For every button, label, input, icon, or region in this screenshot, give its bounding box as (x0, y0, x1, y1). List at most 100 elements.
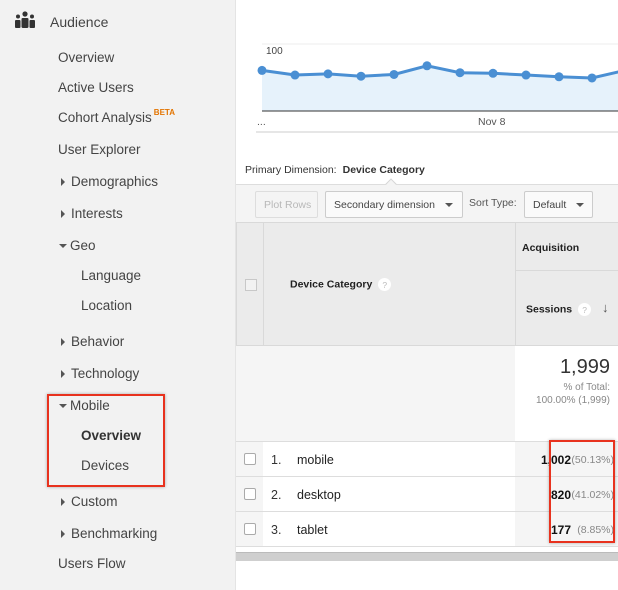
y-tick-label: 100 (266, 46, 283, 57)
sidebar-section-audience[interactable]: Audience (14, 10, 108, 34)
sidebar-item-label: User Explorer (58, 142, 141, 157)
data-point[interactable] (554, 72, 564, 82)
sort-type-label: Sort Type: (469, 197, 517, 209)
sidebar-section-title: Audience (50, 14, 109, 30)
sidebar-item-behavior[interactable]: Behavior (58, 334, 124, 349)
acquisition-header: Acquisition (522, 242, 580, 254)
header-group-cell: Acquisition (515, 222, 618, 271)
sidebar-item-label: Mobile (70, 398, 110, 413)
totals-checkbox-cell (236, 346, 264, 442)
sidebar-item-label: Interests (71, 206, 123, 221)
row-checkbox[interactable] (244, 453, 256, 465)
plot-rows-button[interactable]: Plot Rows (255, 191, 318, 218)
sidebar-item-language[interactable]: Language (81, 268, 141, 283)
sidebar-item-overview[interactable]: Overview (58, 50, 114, 65)
sidebar-item-label: Geo (70, 238, 96, 253)
sidebar-item-label: Users Flow (58, 556, 126, 571)
row-metric-cell: 177 (8.85%) (515, 512, 618, 547)
row-dimension-cell: 3. tablet (263, 512, 516, 547)
row-checkbox-cell (236, 442, 264, 477)
row-metric-cell: 820 (41.02%) (515, 477, 618, 512)
sidebar-item-active-users[interactable]: Active Users (58, 80, 134, 95)
row-sessions-pct: (50.13%) (571, 454, 614, 466)
sessions-header[interactable]: Sessions? (526, 303, 592, 316)
data-point[interactable] (356, 71, 366, 81)
caret-right-icon (61, 337, 65, 346)
chevron-down-icon (576, 202, 585, 207)
x-tick-label: ... (257, 116, 266, 128)
sidebar-item-label: Location (81, 298, 133, 313)
row-device-name[interactable]: tablet (297, 523, 328, 537)
caret-right-icon (61, 369, 65, 378)
row-metric-cell: 1,002 (50.13%) (515, 442, 618, 477)
sidebar-item-mobile[interactable]: Mobile (58, 398, 110, 413)
sidebar-item-label: Custom (71, 494, 118, 509)
row-sessions-value: 177 (550, 523, 571, 537)
sidebar-item-interests[interactable]: Interests (58, 206, 123, 221)
caret-down-icon (59, 403, 67, 408)
data-point[interactable] (587, 73, 597, 83)
row-number: 1. (271, 453, 282, 467)
caret-right-icon (61, 177, 65, 186)
sidebar-item-user-explorer[interactable]: User Explorer (58, 142, 141, 157)
primary-dimension-label: Primary Dimension: (245, 164, 337, 176)
row-sessions-value: 820 (550, 488, 571, 502)
row-sessions-value: 1,002 (540, 453, 571, 467)
sidebar-item-devices[interactable]: Devices (81, 458, 129, 473)
caret-down-icon (59, 243, 67, 248)
plot-rows-label: Plot Rows (264, 198, 312, 211)
row-device-name[interactable]: desktop (297, 488, 341, 502)
sidebar-item-technology[interactable]: Technology (58, 366, 139, 381)
sessions-chart: 100 ... Nov 8 (256, 40, 618, 140)
data-point[interactable] (455, 68, 465, 78)
sidebar: Audience Overview Active Users Cohort Anal… (0, 0, 236, 590)
row-number: 3. (271, 523, 282, 537)
data-point[interactable] (389, 69, 399, 79)
sidebar-item-location[interactable]: Location (81, 298, 132, 313)
totals-metric-cell: 1,999 % of Total: 100.00% (1,999) (515, 346, 618, 442)
header-metric-cell: Sessions? ↓ (515, 270, 618, 346)
sidebar-item-benchmarking[interactable]: Benchmarking (58, 526, 157, 541)
people-group-icon (14, 10, 36, 34)
data-point[interactable] (323, 69, 333, 79)
data-point[interactable] (290, 70, 300, 80)
total-pct-label: % of Total: (563, 382, 610, 393)
device-category-header-label: Device Category (290, 278, 373, 291)
analytics-report-page: Audience Overview Active Users Cohort Anal… (0, 0, 618, 590)
secondary-dimension-dropdown[interactable]: Secondary dimension (325, 191, 463, 218)
sidebar-item-custom[interactable]: Custom (58, 494, 118, 509)
data-point[interactable] (257, 65, 267, 75)
sidebar-item-overview[interactable]: Overview (81, 428, 141, 443)
sessions-header-label: Sessions (526, 303, 573, 316)
sidebar-item-demographics[interactable]: Demographics (58, 174, 158, 189)
sort-descending-icon[interactable]: ↓ (602, 300, 609, 315)
help-icon[interactable]: ? (378, 278, 392, 291)
help-icon[interactable]: ? (578, 303, 592, 316)
row-dimension-cell: 2. desktop (263, 477, 516, 512)
row-checkbox[interactable] (244, 523, 256, 535)
primary-dimension-value[interactable]: Device Category (343, 164, 425, 176)
sidebar-item-geo[interactable]: Geo (58, 238, 96, 253)
device-category-header[interactable]: Device Category? (290, 278, 392, 291)
sidebar-item-cohort-analysis[interactable]: Cohort Analysis BETA (58, 108, 175, 125)
beta-badge: BETA (153, 108, 175, 117)
horizontal-scrollbar[interactable] (236, 552, 618, 561)
sidebar-item-label: Behavior (71, 334, 125, 349)
sidebar-item-label: Technology (71, 366, 140, 381)
sort-type-dropdown[interactable]: Default (524, 191, 593, 218)
x-tick-label: Nov 8 (478, 116, 506, 128)
row-checkbox[interactable] (244, 488, 256, 500)
header-dimension-cell: Device Category? (263, 222, 516, 346)
sidebar-item-users-flow[interactable]: Users Flow (58, 556, 126, 571)
data-point[interactable] (488, 68, 498, 78)
data-point[interactable] (521, 70, 531, 80)
row-checkbox-cell (236, 512, 264, 547)
caret-right-icon (61, 529, 65, 538)
row-number: 2. (271, 488, 282, 502)
data-point[interactable] (422, 61, 432, 71)
row-device-name[interactable]: mobile (297, 453, 334, 467)
select-all-checkbox[interactable] (245, 279, 257, 291)
sidebar-item-label: Overview (81, 428, 142, 443)
row-sessions-pct: (8.85%) (577, 524, 614, 536)
total-pct-value: 100.00% (1,999) (536, 395, 610, 406)
